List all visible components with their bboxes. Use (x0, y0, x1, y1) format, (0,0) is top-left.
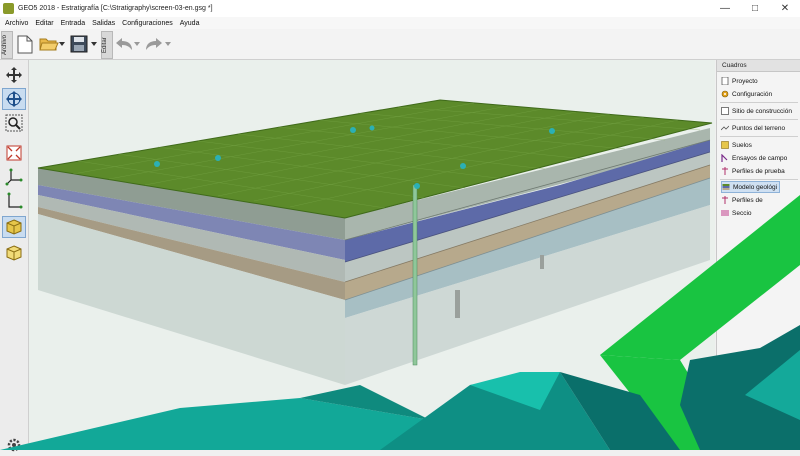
axes-2d-icon[interactable] (2, 190, 26, 212)
panel-item-label: Sitio de construcción (732, 107, 792, 115)
terrain-points-icon (721, 125, 729, 131)
gear-icon (721, 90, 729, 98)
site-icon (721, 107, 729, 115)
menu-entrada[interactable]: Entrada (61, 20, 86, 27)
zoom-extents-icon[interactable] (2, 142, 26, 164)
menu-configuraciones[interactable]: Configuraciones (122, 20, 173, 27)
project-icon (721, 77, 729, 85)
panel-header: Cuadros (717, 60, 800, 72)
redo-dropdown-icon[interactable] (164, 33, 172, 55)
app-icon (3, 3, 14, 14)
move-icon[interactable] (2, 64, 26, 86)
3d-view-icon[interactable] (2, 216, 26, 238)
3d-viewport[interactable] (29, 60, 715, 450)
panel-item-label: Perfiles de prueba (732, 167, 785, 175)
panel-item-configuracion[interactable]: Configuración (721, 88, 772, 100)
open-folder-icon[interactable] (38, 33, 60, 55)
geological-model-icon (722, 184, 730, 190)
open-dropdown-icon[interactable] (58, 33, 66, 55)
panel-item-secciones[interactable]: Seccio (721, 207, 752, 219)
close-icon[interactable]: ✕ (770, 0, 800, 17)
settings-icon[interactable] (2, 434, 26, 456)
sections-icon (721, 210, 729, 216)
test-profiles-icon (722, 167, 728, 175)
panel-item-label: Puntos del terreno (732, 124, 786, 132)
field-tests-icon (721, 154, 728, 162)
panel-item-sitio-de-construccion[interactable]: Sitio de construcción (721, 105, 792, 117)
save-icon[interactable] (68, 33, 90, 55)
undo-dropdown-icon[interactable] (133, 33, 141, 55)
geological-model-3d[interactable] (29, 60, 715, 450)
undo-icon[interactable] (113, 33, 135, 55)
rotate-icon[interactable] (2, 88, 26, 110)
panel-item-perfiles[interactable]: Perfiles de (721, 194, 763, 206)
frames-panel: Cuadros Proyecto Configuración Sitio de … (716, 60, 800, 450)
3d-view-alt-icon[interactable] (2, 242, 26, 264)
panel-item-label: Seccio (732, 209, 752, 217)
window-title: GEO5 2018 - Estratigrafía [C:\Stratigrap… (18, 5, 213, 12)
panel-item-puntos-del-terreno[interactable]: Puntos del terreno (721, 122, 785, 134)
menu-editar[interactable]: Editar (35, 20, 53, 27)
menu-bar: Archivo Editar Entrada Salidas Configura… (0, 17, 800, 29)
view-tools-strip (0, 60, 29, 452)
tab-editar[interactable]: Editar (101, 31, 113, 59)
profiles-icon (722, 196, 728, 204)
panel-item-label: Perfiles de (732, 196, 763, 204)
minimize-icon[interactable]: — (710, 0, 740, 17)
panel-item-modelo-geologico[interactable]: Modelo geológi (721, 181, 781, 193)
maximize-icon[interactable]: □ (740, 0, 770, 17)
panel-item-label: Ensayos de campo (732, 154, 788, 162)
tab-archivo[interactable]: Archivo (1, 31, 13, 59)
zoom-icon[interactable] (2, 112, 26, 134)
panel-item-ensayos-de-campo[interactable]: Ensayos de campo (721, 152, 787, 164)
axes-icon[interactable] (2, 166, 26, 188)
save-dropdown-icon[interactable] (90, 33, 98, 55)
new-file-icon[interactable] (14, 33, 36, 55)
panel-item-suelos[interactable]: Suelos (721, 139, 752, 151)
menu-archivo[interactable]: Archivo (5, 20, 28, 27)
panel-item-label: Suelos (732, 141, 752, 149)
menu-salidas[interactable]: Salidas (92, 20, 115, 27)
panel-item-label: Proyecto (732, 77, 758, 85)
menu-ayuda[interactable]: Ayuda (180, 20, 200, 27)
title-bar: GEO5 2018 - Estratigrafía [C:\Stratigrap… (0, 0, 800, 17)
panel-item-label: Modelo geológi (733, 183, 778, 191)
redo-icon[interactable] (143, 33, 165, 55)
panel-item-perfiles-de-prueba[interactable]: Perfiles de prueba (721, 165, 785, 177)
panel-item-proyecto[interactable]: Proyecto (721, 75, 758, 87)
soils-icon (721, 141, 729, 149)
panel-item-label: Configuración (732, 90, 773, 98)
toolbar: Archivo Editar (0, 29, 800, 60)
